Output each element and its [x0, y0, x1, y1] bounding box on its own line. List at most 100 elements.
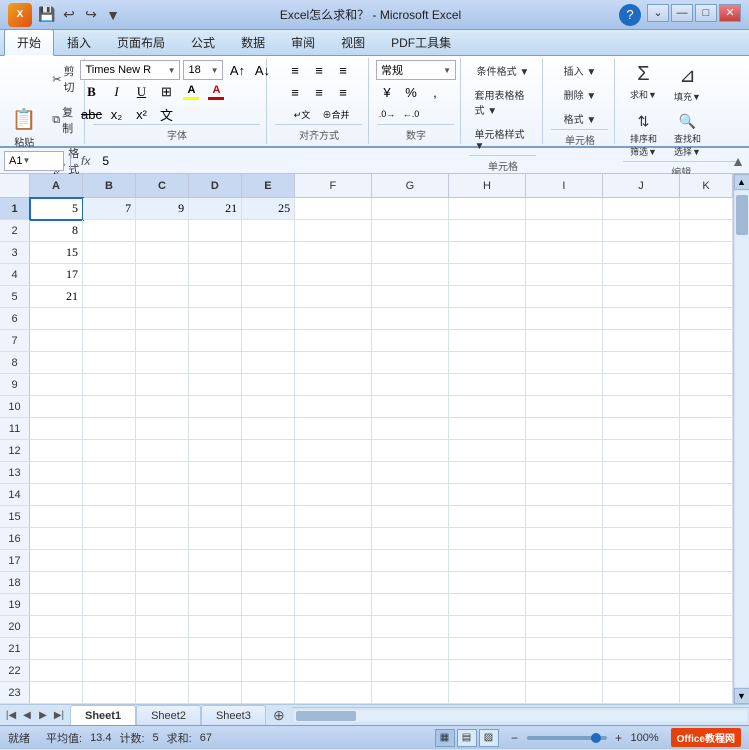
cell-J3[interactable]	[603, 242, 680, 264]
cell-K9[interactable]	[680, 374, 733, 396]
subscript-button[interactable]: x₂	[105, 104, 127, 124]
cell-A3[interactable]: 15	[30, 242, 83, 264]
cell-I4[interactable]	[526, 264, 603, 286]
formula-expand-icon[interactable]: ▲	[731, 153, 745, 169]
cell-G6[interactable]	[372, 308, 449, 330]
cell-G5[interactable]	[372, 286, 449, 308]
minimize-button[interactable]: —	[671, 4, 693, 22]
row-header-23[interactable]: 23	[0, 682, 30, 704]
cell-B18[interactable]	[83, 572, 136, 594]
cell-F7[interactable]	[295, 330, 372, 352]
cell-I5[interactable]	[526, 286, 603, 308]
cell-A12[interactable]	[30, 440, 83, 462]
cell-C15[interactable]	[136, 506, 189, 528]
cell-F3[interactable]	[295, 242, 372, 264]
cell-G21[interactable]	[372, 638, 449, 660]
cell-I8[interactable]	[526, 352, 603, 374]
cell-A13[interactable]	[30, 462, 83, 484]
cell-C2[interactable]	[136, 220, 189, 242]
cell-A9[interactable]	[30, 374, 83, 396]
cell-C20[interactable]	[136, 616, 189, 638]
cell-B13[interactable]	[83, 462, 136, 484]
cell-B22[interactable]	[83, 660, 136, 682]
table-format-button[interactable]: 套用表格格式 ▼	[469, 84, 536, 120]
cell-F13[interactable]	[295, 462, 372, 484]
cell-H8[interactable]	[449, 352, 526, 374]
cell-J6[interactable]	[603, 308, 680, 330]
cell-F16[interactable]	[295, 528, 372, 550]
cell-E4[interactable]	[242, 264, 295, 286]
cell-B12[interactable]	[83, 440, 136, 462]
cell-J9[interactable]	[603, 374, 680, 396]
increase-decimal-button[interactable]: .0→	[376, 104, 398, 124]
fill-button[interactable]: ⊿ 填充▼	[667, 60, 707, 106]
cell-C7[interactable]	[136, 330, 189, 352]
cell-B3[interactable]	[83, 242, 136, 264]
cell-D20[interactable]	[189, 616, 242, 638]
cell-J15[interactable]	[603, 506, 680, 528]
cell-K10[interactable]	[680, 396, 733, 418]
cell-D16[interactable]	[189, 528, 242, 550]
border-button[interactable]: ⊞	[155, 82, 177, 102]
cell-H21[interactable]	[449, 638, 526, 660]
cell-H23[interactable]	[449, 682, 526, 704]
cell-E10[interactable]	[242, 396, 295, 418]
cell-B5[interactable]	[83, 286, 136, 308]
cell-D11[interactable]	[189, 418, 242, 440]
cell-D23[interactable]	[189, 682, 242, 704]
cell-H12[interactable]	[449, 440, 526, 462]
cell-C5[interactable]	[136, 286, 189, 308]
sheet-tab-sheet1[interactable]: Sheet1	[70, 705, 136, 725]
cell-E21[interactable]	[242, 638, 295, 660]
cell-G11[interactable]	[372, 418, 449, 440]
undo-button[interactable]: ↩	[60, 6, 78, 24]
cell-F5[interactable]	[295, 286, 372, 308]
strikethrough-button[interactable]: abc	[80, 104, 102, 124]
cell-A8[interactable]	[30, 352, 83, 374]
cell-K6[interactable]	[680, 308, 733, 330]
delete-cells-button[interactable]: 删除 ▼	[559, 84, 602, 105]
cell-K3[interactable]	[680, 242, 733, 264]
cell-F18[interactable]	[295, 572, 372, 594]
cell-F1[interactable]	[295, 198, 372, 220]
redo-button[interactable]: ↪	[82, 6, 100, 24]
cell-A10[interactable]	[30, 396, 83, 418]
col-header-J[interactable]: J	[603, 174, 680, 198]
row-header-19[interactable]: 19	[0, 594, 30, 616]
page-break-view-button[interactable]: ▨	[479, 729, 499, 747]
cell-K16[interactable]	[680, 528, 733, 550]
cell-G17[interactable]	[372, 550, 449, 572]
cell-I17[interactable]	[526, 550, 603, 572]
paste-button[interactable]: 📋 粘贴	[4, 104, 44, 152]
cell-F22[interactable]	[295, 660, 372, 682]
cell-I21[interactable]	[526, 638, 603, 660]
cell-E15[interactable]	[242, 506, 295, 528]
cell-D17[interactable]	[189, 550, 242, 572]
cell-G8[interactable]	[372, 352, 449, 374]
cell-E22[interactable]	[242, 660, 295, 682]
cell-D4[interactable]	[189, 264, 242, 286]
cell-D12[interactable]	[189, 440, 242, 462]
row-header-21[interactable]: 21	[0, 638, 30, 660]
cell-I3[interactable]	[526, 242, 603, 264]
cell-K13[interactable]	[680, 462, 733, 484]
cell-G9[interactable]	[372, 374, 449, 396]
cell-K1[interactable]	[680, 198, 733, 220]
cell-D19[interactable]	[189, 594, 242, 616]
cell-A20[interactable]	[30, 616, 83, 638]
font-size-dropdown[interactable]: 18 ▼	[183, 60, 223, 80]
cell-C11[interactable]	[136, 418, 189, 440]
cell-E6[interactable]	[242, 308, 295, 330]
cell-I15[interactable]	[526, 506, 603, 528]
cell-H4[interactable]	[449, 264, 526, 286]
cell-E14[interactable]	[242, 484, 295, 506]
zoom-out-button[interactable]: −	[507, 730, 523, 746]
cell-C19[interactable]	[136, 594, 189, 616]
cell-C4[interactable]	[136, 264, 189, 286]
cell-K23[interactable]	[680, 682, 733, 704]
col-header-H[interactable]: H	[449, 174, 526, 198]
cell-C12[interactable]	[136, 440, 189, 462]
cell-C21[interactable]	[136, 638, 189, 660]
cell-K17[interactable]	[680, 550, 733, 572]
cell-J19[interactable]	[603, 594, 680, 616]
